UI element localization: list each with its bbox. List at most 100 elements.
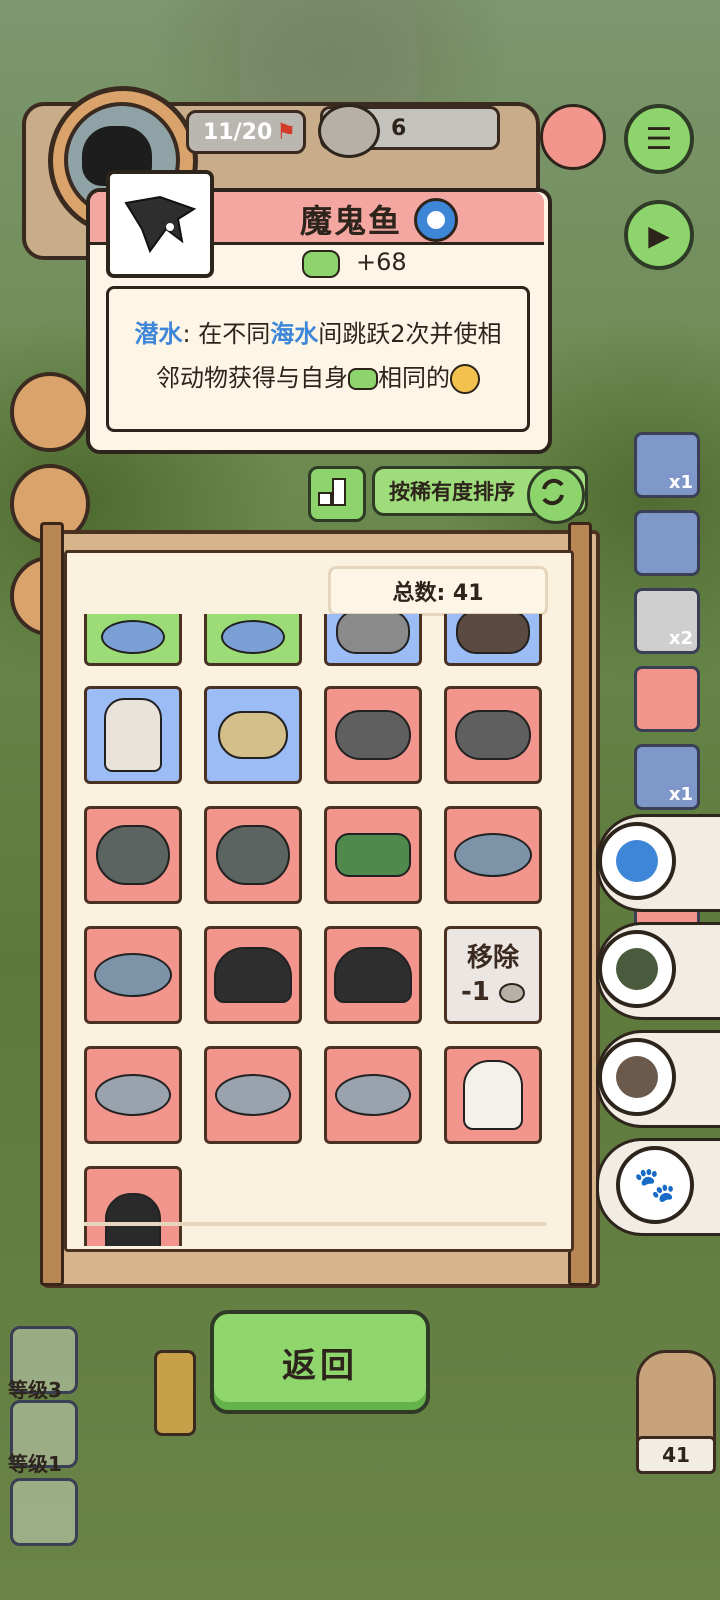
food-count: 6 <box>391 115 407 141</box>
manatee-icon <box>216 825 290 885</box>
remove-button[interactable]: 移除 -1 <box>444 926 542 1024</box>
paw-icon: 🐾 <box>633 1165 677 1205</box>
remove-label: 移除 <box>466 943 519 973</box>
animal-name: 魔鬼鱼 <box>300 202 403 240</box>
snake-icon <box>218 711 288 759</box>
sort-by-rarity-button[interactable]: 按稀有度排序 <box>372 466 588 524</box>
animal-tile-shark[interactable] <box>444 806 542 904</box>
dolphin-icon <box>215 1074 291 1116</box>
animal-tile-dolphin[interactable] <box>84 1046 182 1144</box>
filter-water-button[interactable] <box>598 822 676 900</box>
water-icon <box>616 840 658 882</box>
infinity-fire-icon[interactable] <box>540 104 606 170</box>
rhino-icon <box>455 710 531 760</box>
side-item-tire[interactable]: x1 <box>634 432 700 498</box>
manatee-icon <box>96 825 170 885</box>
animal-tile-rhino[interactable] <box>324 686 422 784</box>
progress-pill: 11/20 ⚑ <box>186 110 306 154</box>
progress-text: 11/20 <box>203 119 273 145</box>
animal-tile-dolphin[interactable] <box>324 1046 422 1144</box>
desc-text-1: : 在不同 <box>182 320 271 348</box>
animal-tile-manta-ray[interactable] <box>324 926 422 1024</box>
manta-ray-icon <box>124 195 197 254</box>
animal-tile-mammoth[interactable] <box>324 614 422 666</box>
item-badge: x1 <box>668 784 693 805</box>
animal-tile-dolphin[interactable] <box>204 1046 302 1144</box>
animal-tile-shark[interactable] <box>84 926 182 1024</box>
manta-ray-portrait <box>106 170 214 278</box>
manta-ray-icon <box>334 947 412 1003</box>
filter-land-button[interactable] <box>598 1038 676 1116</box>
filter-bush-button[interactable] <box>598 930 676 1008</box>
desc-text-2: 间跳跃2次并使相 <box>318 320 502 348</box>
shark-icon <box>454 833 532 877</box>
frame-post-left <box>40 522 64 1286</box>
desc-keyword-seawater: 海水 <box>270 320 319 348</box>
lantern-icon <box>154 1350 196 1436</box>
animal-tile-rhino[interactable] <box>444 686 542 784</box>
desc-text-4: 相同的 <box>378 364 450 392</box>
alpaca-icon <box>104 698 162 772</box>
sort-order-toggle[interactable] <box>308 466 366 522</box>
penguin-icon <box>105 1193 161 1246</box>
total-count: 总数: 41 <box>328 566 548 616</box>
menu-button[interactable]: ☰ <box>624 104 694 174</box>
play-button[interactable]: ▶ <box>624 200 694 270</box>
level-3-label: 等级3 <box>8 1378 62 1402</box>
filter-paw-button[interactable]: 🐾 <box>616 1146 694 1224</box>
eye-icon <box>348 368 378 390</box>
flag-icon: ⚑ <box>276 119 296 145</box>
ability-description: 潜水: 在不同海水间跳跃2次并使相 邻动物获得与自身 相同的 <box>118 312 518 400</box>
manta-ray-icon <box>214 947 292 1003</box>
score-eye-icon <box>302 250 340 278</box>
scroll-track <box>84 1222 546 1226</box>
side-item-oxygen-tank[interactable]: x1 <box>634 744 700 810</box>
animal-tile-crocodile[interactable] <box>324 806 422 904</box>
box-button[interactable] <box>10 372 90 452</box>
animal-tile-fish[interactable] <box>84 614 182 666</box>
animal-grid[interactable]: 移除 -1 <box>80 614 556 1246</box>
animal-tile-penguin[interactable] <box>84 1166 182 1246</box>
animal-tile-yak[interactable] <box>444 614 542 666</box>
shark-icon <box>94 953 172 997</box>
animal-score: +68 <box>356 248 407 276</box>
back-button[interactable]: 返回 <box>210 1310 430 1414</box>
owl-count: 41 <box>636 1436 716 1474</box>
side-item-gem[interactable] <box>634 666 700 732</box>
yak-icon <box>456 614 530 654</box>
refresh-icon <box>527 466 585 524</box>
pelican-icon <box>463 1060 523 1130</box>
animal-tile-pelican[interactable] <box>444 1046 542 1144</box>
mammoth-icon <box>336 614 410 654</box>
play-icon: ▶ <box>648 218 670 252</box>
animal-tile-manatee[interactable] <box>204 806 302 904</box>
sort-label: 按稀有度排序 <box>389 480 515 504</box>
sort-icon <box>318 478 346 506</box>
remove-cost: -1 <box>461 975 525 1009</box>
item-badge: x1 <box>668 472 693 493</box>
ability-name: 潜水 <box>134 320 183 348</box>
fish-icon <box>101 620 165 654</box>
paw-icon <box>450 364 480 394</box>
side-item-bobber[interactable]: x2 <box>634 588 700 654</box>
bush-icon <box>616 948 658 990</box>
food-bowl-icon <box>498 982 525 1003</box>
ocean-water-icon <box>414 198 458 242</box>
side-item-ticket[interactable] <box>634 510 700 576</box>
item-badge: x2 <box>668 628 693 649</box>
animal-tile-manta-ray[interactable] <box>204 926 302 1024</box>
fish-icon <box>221 620 285 654</box>
list-icon: ☰ <box>645 121 673 157</box>
animal-tile-manatee[interactable] <box>84 806 182 904</box>
animal-tile-snake[interactable] <box>204 686 302 784</box>
food-bowl-icon <box>318 104 380 158</box>
alpaca-icon <box>616 1056 658 1098</box>
desc-text-3: 邻动物获得与自身 <box>156 364 348 392</box>
animal-tile-alpaca[interactable] <box>84 686 182 784</box>
level-locked-slot[interactable] <box>10 1478 78 1546</box>
level-1-label: 等级1 <box>8 1452 62 1476</box>
crocodile-icon <box>335 833 411 877</box>
dolphin-icon <box>95 1074 171 1116</box>
animal-tile-fish[interactable] <box>204 614 302 666</box>
dolphin-icon <box>335 1074 411 1116</box>
